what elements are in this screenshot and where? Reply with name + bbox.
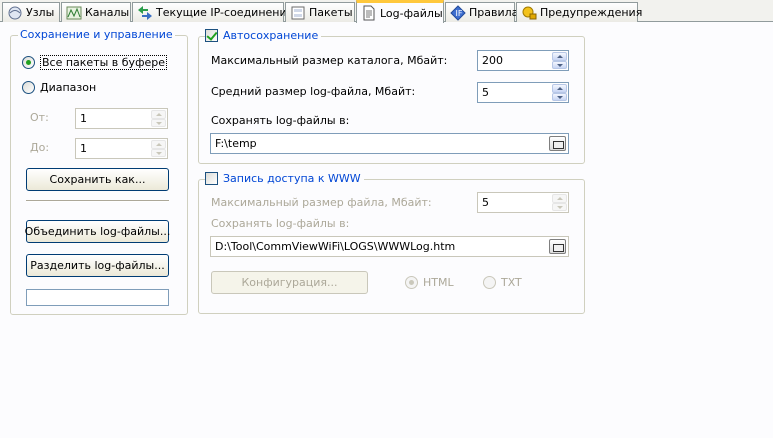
spin-up-icon[interactable] — [552, 194, 567, 203]
autosave-checkbox[interactable]: Автосохранение — [205, 29, 322, 42]
radio-range[interactable]: Диапазон — [22, 81, 96, 94]
alerts-icon — [521, 5, 537, 21]
configuration-button[interactable]: Конфигурация... — [211, 271, 368, 294]
progress-bar — [26, 289, 169, 306]
tab-bar: Узлы Каналы Текущие IP-соединения Пакеты… — [0, 0, 773, 23]
checkbox-label: Автосохранение — [223, 29, 319, 42]
rules-icon: IF — [450, 4, 466, 21]
checkbox-indicator — [205, 172, 218, 185]
tab-log-files[interactable]: Log-файлы — [356, 0, 444, 23]
to-label: До: — [30, 141, 50, 154]
spin-down-icon[interactable] — [552, 202, 567, 211]
from-label: От: — [30, 111, 49, 124]
browse-folder-icon[interactable] — [549, 239, 566, 254]
radio-indicator — [22, 56, 35, 69]
save-to-label: Сохранять log-файлы в: — [211, 114, 350, 127]
nodes-icon — [7, 5, 23, 21]
log-files-icon — [361, 5, 377, 21]
radio-indicator — [483, 276, 496, 289]
save-to-path-value: F:\temp — [215, 137, 257, 150]
tab-alerts[interactable]: Предупреждения — [516, 2, 642, 22]
tab-label: Log-файлы — [380, 6, 443, 20]
ip-connections-icon — [137, 5, 153, 21]
radio-label: Все пакеты в буфере — [40, 55, 167, 70]
radio-label: TXT — [501, 276, 522, 289]
www-max-file-size-spinner[interactable]: 5 — [477, 192, 569, 213]
spin-up-icon[interactable] — [552, 84, 567, 93]
checkbox-indicator — [205, 29, 218, 42]
spin-up-icon[interactable] — [151, 110, 166, 119]
radio-format-html[interactable]: HTML — [405, 276, 454, 289]
save-to-path-field[interactable]: F:\temp — [210, 133, 569, 154]
to-spinner[interactable]: 1 — [75, 138, 168, 159]
spin-up-icon[interactable] — [151, 140, 166, 149]
from-value: 1 — [80, 112, 87, 125]
checkbox-label: Запись доступа к WWW — [223, 172, 361, 185]
radio-label: HTML — [423, 276, 454, 289]
radio-indicator — [405, 276, 418, 289]
tab-label: Предупреждения — [540, 6, 643, 19]
tab-ip-connections[interactable]: Текущие IP-соединения — [132, 2, 293, 22]
tab-label: Пакеты — [309, 6, 353, 19]
spin-down-icon[interactable] — [552, 92, 567, 101]
radio-all-packets[interactable]: Все пакеты в буфере — [22, 55, 167, 70]
svg-text:IF: IF — [456, 9, 463, 18]
packets-icon — [290, 5, 306, 21]
spin-down-icon[interactable] — [552, 60, 567, 69]
browse-folder-icon[interactable] — [549, 136, 566, 151]
group-title: Сохранение и управление — [18, 28, 175, 41]
max-dir-size-value: 200 — [482, 54, 503, 67]
save-as-button[interactable]: Сохранить как... — [26, 168, 169, 191]
www-save-to-path-field[interactable]: D:\Tool\CommViewWiFi\LOGS\WWWLog.htm — [210, 236, 569, 257]
tab-label: Каналы — [85, 6, 130, 19]
tab-nodes[interactable]: Узлы — [2, 2, 60, 22]
radio-format-txt[interactable]: TXT — [483, 276, 522, 289]
tab-label: Текущие IP-соединения — [156, 6, 294, 19]
www-max-file-size-value: 5 — [482, 196, 489, 209]
tab-channels[interactable]: Каналы — [61, 2, 131, 22]
tab-label: Правила — [469, 6, 519, 19]
spin-down-icon[interactable] — [151, 118, 166, 127]
radio-indicator — [22, 81, 35, 94]
www-save-to-label: Сохранять log-файлы в: — [211, 217, 350, 230]
max-dir-size-label: Максимальный размер каталога, Мбайт: — [211, 54, 448, 67]
from-spinner[interactable]: 1 — [75, 108, 168, 129]
to-value: 1 — [80, 142, 87, 155]
merge-log-files-button[interactable]: Объединить log-файлы... — [25, 220, 170, 243]
tab-rules[interactable]: IF Правила — [445, 2, 519, 22]
max-dir-size-spinner[interactable]: 200 — [477, 50, 569, 71]
avg-file-size-spinner[interactable]: 5 — [477, 82, 569, 103]
www-max-file-size-label: Максимальный размер файла, Мбайт: — [211, 196, 432, 209]
avg-file-size-value: 5 — [482, 86, 489, 99]
avg-file-size-label: Средний размер log-файла, Мбайт: — [211, 85, 416, 98]
www-save-to-path-value: D:\Tool\CommViewWiFi\LOGS\WWWLog.htm — [215, 240, 456, 253]
radio-label: Диапазон — [40, 81, 97, 94]
spin-up-icon[interactable] — [552, 52, 567, 61]
split-log-files-button[interactable]: Разделить log-файлы... — [26, 254, 169, 277]
www-logging-checkbox[interactable]: Запись доступа к WWW — [205, 172, 364, 185]
channels-icon — [66, 5, 82, 21]
progress-divider — [26, 200, 169, 202]
spin-down-icon[interactable] — [151, 148, 166, 157]
tab-packets[interactable]: Пакеты — [285, 2, 355, 22]
tab-label: Узлы — [26, 6, 55, 19]
